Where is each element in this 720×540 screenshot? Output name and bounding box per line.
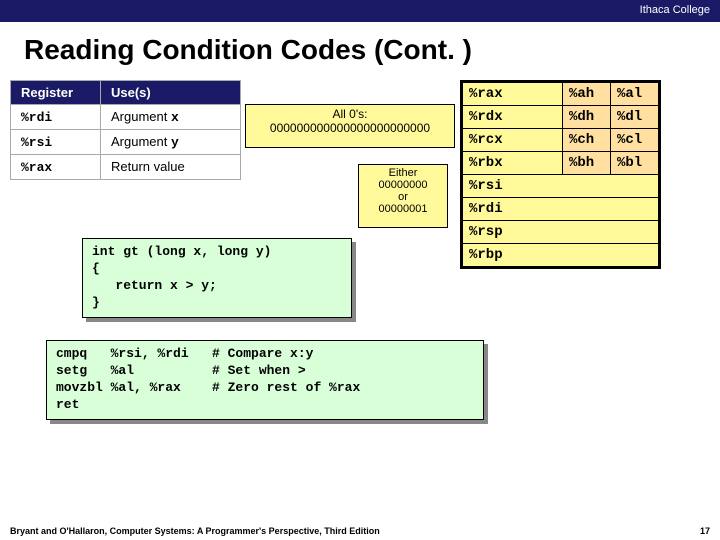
org-name: Ithaca College [640,4,710,16]
callout-line: 00000001 [361,203,445,215]
page-number: 17 [700,526,710,536]
code-asm: cmpq %rsi, %rdi # Compare x:y setg %al #… [56,346,474,414]
reg-cell: %rsi [11,130,101,155]
table-row: %rsi Argument y [11,130,241,155]
callout-line: or [361,191,445,203]
callout-line: 000000000000000000000000 [248,121,452,135]
register-diagram: %rax%ah%al %rdx%dh%dl %rcx%ch%cl %rbx%bh… [460,80,661,269]
table-header: Use(s) [101,81,241,105]
callout-line: All 0's: [248,107,452,121]
code-box-asm: cmpq %rsi, %rdi # Compare x:y setg %al #… [46,340,484,420]
use-cell: Argument x [101,105,241,130]
reg-cell: %rax [11,155,101,180]
header-bar: Ithaca College [0,0,720,22]
slide-content: Register Use(s) %rdi Argument x %rsi Arg… [0,80,720,520]
callout-line: 00000000 [361,179,445,191]
use-cell: Return value [101,155,241,180]
callout-all-zeros: All 0's: 000000000000000000000000 [245,104,455,148]
use-cell: Argument y [101,130,241,155]
callout-line: Either [361,167,445,179]
footer: Bryant and O'Hallaron, Computer Systems:… [0,522,720,540]
code-box-c: int gt (long x, long y) { return x > y; … [82,238,352,318]
code-c: int gt (long x, long y) { return x > y; … [92,244,342,312]
reg-cell: %rdi [11,105,101,130]
table-header: Register [11,81,101,105]
table-row: %rdi Argument x [11,105,241,130]
callout-either: Either 00000000 or 00000001 [358,164,448,228]
slide-title: Reading Condition Codes (Cont. ) [24,34,720,66]
footer-citation: Bryant and O'Hallaron, Computer Systems:… [10,526,380,536]
register-use-table: Register Use(s) %rdi Argument x %rsi Arg… [10,80,241,180]
table-row: %rax Return value [11,155,241,180]
